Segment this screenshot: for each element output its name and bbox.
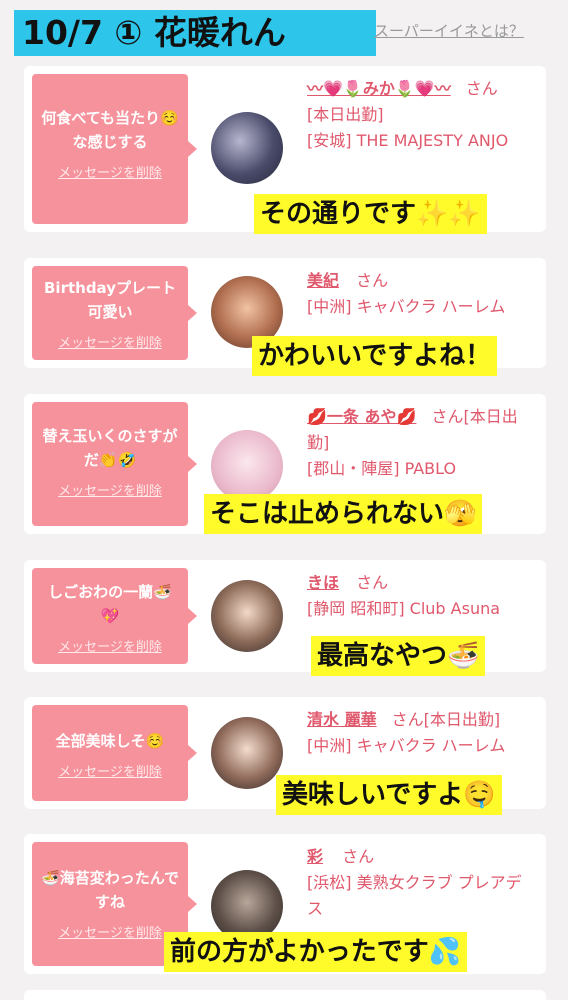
cast-name-link[interactable]: 〰💗🌷みか🌷💗〰 <box>307 79 451 98</box>
reply-caption: そこは止められない🫣 <box>204 494 483 534</box>
message-text: 替え玉いくのさすがだ👏🤣 <box>42 427 178 469</box>
message-bubble: Birthdayプレート可愛い メッセージを削除 <box>32 266 197 360</box>
cast-info: 清水 麗華 さん[本日出勤] [中洲] キャバクラ ハーレム <box>307 707 534 759</box>
cast-info: 💋一条 あや💋 さん[本日出勤] [郡山・陣屋] PABLO <box>307 404 534 482</box>
reply-caption: 美味しいですよ🤤 <box>276 775 502 815</box>
message-bubble: 替え玉いくのさすがだ👏🤣 メッセージを削除 <box>32 402 197 526</box>
honorific: さん <box>465 79 498 98</box>
avatar[interactable] <box>211 717 283 789</box>
cast-info: きほ さん [静岡 昭和町] Club Asuna <box>307 570 534 622</box>
message-card: 何食べても当たり☺️な感じする メッセージを削除 〰💗🌷みか🌷💗〰 さん [本日… <box>24 66 546 234</box>
delete-message-button[interactable]: メッセージを削除 <box>32 761 188 780</box>
cast-name-link[interactable]: 💋一条 あや💋 <box>307 407 416 426</box>
shop-info: [中洲] キャバクラ ハーレム <box>307 736 506 755</box>
message-card: Birthdayプレート可愛い メッセージを削除 美紀 さん [中洲] キャバク… <box>24 258 546 376</box>
message-text: しごおわの一蘭🍜💖 <box>48 583 172 625</box>
message-bubble: 全部美味しそ☺️ メッセージを削除 <box>32 705 197 801</box>
message-card: 🍜海苔変わったんですね メッセージを削除 彩 さん [浜松] 美熟女クラブ プレ… <box>24 834 546 974</box>
reply-caption: かわいいですよね！ <box>252 336 498 376</box>
shop-info: [中洲] キャバクラ ハーレム <box>307 297 506 316</box>
reply-caption: その通りです✨✨ <box>254 194 487 234</box>
cast-name-link[interactable]: 美紀 <box>307 271 339 290</box>
message-bubble: しごおわの一蘭🍜💖 メッセージを削除 <box>32 568 197 664</box>
shop-info: [浜松] 美熟女クラブ プレアデス <box>307 873 522 918</box>
avatar[interactable] <box>211 580 283 652</box>
shop-info: [郡山・陣屋] PABLO <box>307 459 457 478</box>
shop-info: [安城] THE MAJESTY ANJO <box>307 131 509 150</box>
cast-info: 美紀 さん [中洲] キャバクラ ハーレム <box>307 268 534 320</box>
shop-info: [静岡 昭和町] Club Asuna <box>307 599 501 618</box>
honorific: さん <box>342 847 375 866</box>
message-bubble: 何食べても当たり☺️な感じする メッセージを削除 <box>32 74 197 224</box>
cast-name-link[interactable]: 彩 <box>307 847 323 866</box>
attendance-status: [本日出勤] <box>307 105 384 124</box>
reply-caption: 最高なやつ🍜 <box>311 636 486 676</box>
cast-info: 〰💗🌷みか🌷💗〰 さん [本日出勤] [安城] THE MAJESTY ANJO <box>307 76 534 154</box>
cast-info: 彩 さん [浜松] 美熟女クラブ プレアデス <box>307 844 534 922</box>
next-card-edge <box>24 990 546 1000</box>
top-bar: 10/7 ① 花暖れん スーパーイイネとは？ <box>0 0 568 62</box>
delete-message-button[interactable]: メッセージを削除 <box>32 480 188 499</box>
message-card: 全部美味しそ☺️ メッセージを削除 清水 麗華 さん[本日出勤] [中洲] キャ… <box>24 697 546 815</box>
super-like-help-link[interactable]: スーパーイイネとは？ <box>374 20 524 41</box>
delete-message-button[interactable]: メッセージを削除 <box>32 636 188 655</box>
cast-name-link[interactable]: 清水 麗華 <box>307 710 377 729</box>
message-card: 替え玉いくのさすがだ👏🤣 メッセージを削除 💋一条 あや💋 さん[本日出勤] [… <box>24 394 546 534</box>
avatar[interactable] <box>211 430 283 502</box>
message-text: 全部美味しそ☺️ <box>55 732 165 750</box>
reply-caption: 前の方がよかったです💦 <box>164 932 468 972</box>
page-title: 10/7 ① 花暖れん <box>14 10 376 56</box>
delete-message-button[interactable]: メッセージを削除 <box>32 332 188 351</box>
honorific: さん <box>356 573 389 592</box>
honorific: さん <box>356 271 389 290</box>
message-text: 何食べても当たり☺️な感じする <box>41 109 179 151</box>
message-text: 🍜海苔変わったんですね <box>41 869 179 911</box>
cast-name-link[interactable]: きほ <box>307 573 339 592</box>
delete-message-button[interactable]: メッセージを削除 <box>32 162 188 181</box>
message-card: しごおわの一蘭🍜💖 メッセージを削除 きほ さん [静岡 昭和町] Club A… <box>24 560 546 676</box>
message-text: Birthdayプレート可愛い <box>44 279 176 321</box>
honorific: さん[本日出勤] <box>391 710 501 729</box>
avatar[interactable] <box>211 112 283 184</box>
